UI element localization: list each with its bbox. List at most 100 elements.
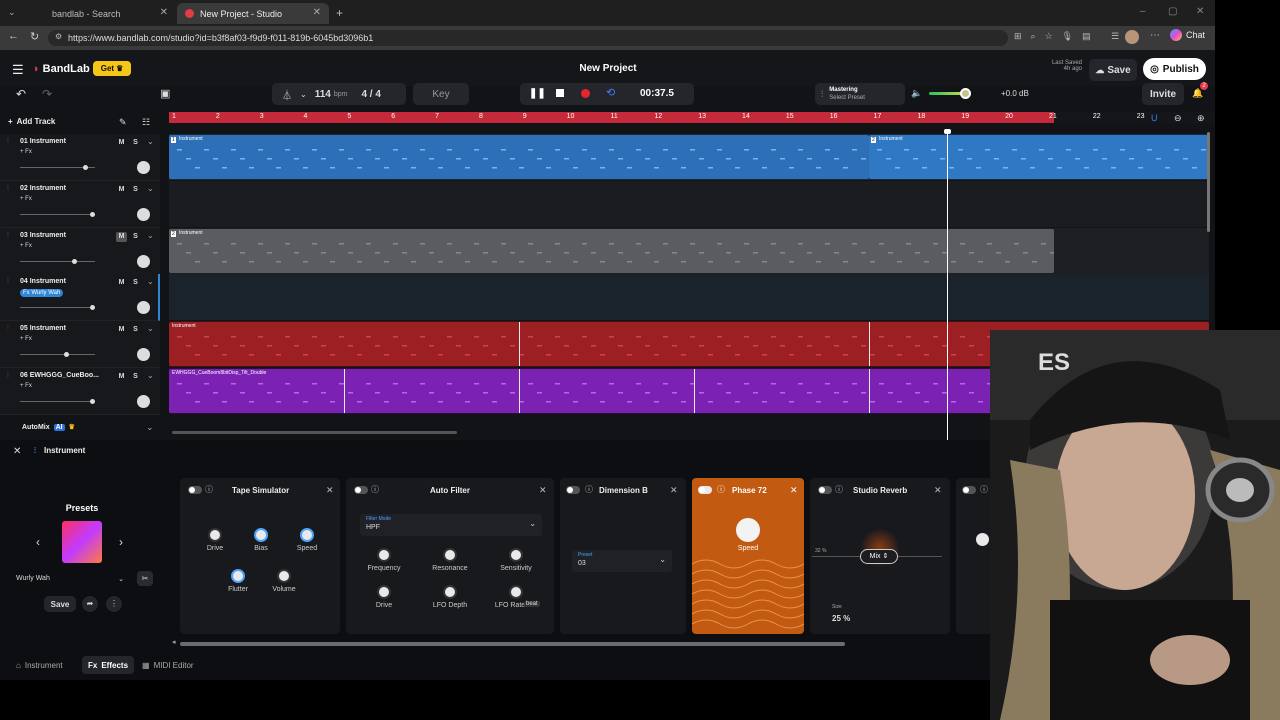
browser-tab-search[interactable]: bandlab - Search ✕ bbox=[28, 3, 176, 24]
dimension-preset-select[interactable]: Preset 03 ⌄ bbox=[572, 550, 672, 572]
preset-more-icon[interactable]: ⋮ bbox=[106, 596, 122, 612]
track-header[interactable]: ⫶ 05 Instrument + Fx M S ⌄ bbox=[0, 321, 160, 369]
track-expand-icon[interactable]: ⌄ bbox=[147, 137, 154, 146]
bandlab-logo[interactable]: ◗ BandLab bbox=[33, 63, 90, 75]
metronome-options-icon[interactable]: ⌄ bbox=[300, 90, 307, 99]
mute-button[interactable]: M bbox=[116, 278, 127, 288]
add-track-button[interactable]: + Add Track bbox=[8, 117, 55, 126]
info-icon[interactable]: ⓘ bbox=[371, 484, 379, 495]
next-effect-knob[interactable] bbox=[976, 533, 989, 546]
profile-avatar[interactable] bbox=[1125, 30, 1139, 44]
metronome-icon[interactable]: ⏃ bbox=[282, 87, 292, 102]
track-instrument-icon[interactable]: ⫶ bbox=[7, 185, 9, 193]
loop-icon[interactable]: ⟲ bbox=[606, 86, 615, 99]
resonance-knob[interactable] bbox=[443, 548, 457, 562]
record-icon[interactable] bbox=[581, 89, 590, 98]
remove-effect-icon[interactable]: ✕ bbox=[326, 485, 334, 496]
track-expand-icon[interactable]: ⌄ bbox=[147, 277, 154, 286]
master-volume-knob[interactable] bbox=[960, 88, 971, 99]
studio-reverb-toggle[interactable] bbox=[818, 486, 832, 494]
mute-button[interactable]: M bbox=[116, 231, 127, 242]
browser-tab-studio[interactable]: New Project - Studio ✕ bbox=[177, 3, 329, 24]
speed-knob[interactable] bbox=[300, 528, 314, 542]
remove-effect-icon[interactable]: ✕ bbox=[790, 485, 798, 496]
track-name[interactable]: 03 Instrument bbox=[20, 232, 100, 239]
drive-knob[interactable] bbox=[208, 528, 222, 542]
mute-button[interactable]: M bbox=[116, 372, 127, 382]
zoom-out-icon[interactable]: ⊖ bbox=[1174, 113, 1182, 124]
scroll-left-icon[interactable]: ◂ bbox=[172, 638, 176, 646]
invite-button[interactable]: Invite bbox=[1142, 83, 1184, 105]
undo-icon[interactable]: ↶ bbox=[16, 87, 26, 101]
remove-effect-icon[interactable]: ✕ bbox=[934, 485, 942, 496]
time-signature[interactable]: 4 / 4 bbox=[361, 89, 380, 100]
sensitivity-knob[interactable] bbox=[509, 548, 523, 562]
bpm-value[interactable]: 114 bbox=[315, 89, 331, 100]
save-button[interactable]: ☁ Save bbox=[1089, 59, 1137, 81]
pause-icon[interactable]: ❚❚ bbox=[529, 88, 546, 99]
automix-row[interactable]: AutoMix AI ♛ bbox=[22, 423, 75, 431]
get-membership-button[interactable]: Get ♛ bbox=[93, 61, 131, 76]
track-pan-knob[interactable] bbox=[137, 207, 150, 221]
lfo-depth-knob[interactable] bbox=[443, 585, 457, 599]
track-settings-icon[interactable]: ☷ bbox=[142, 117, 150, 128]
track-fx-button[interactable]: + Fx bbox=[20, 196, 32, 202]
track-expand-icon[interactable]: ⌄ bbox=[147, 184, 154, 193]
info-icon[interactable]: ⓘ bbox=[585, 484, 593, 495]
solo-button[interactable]: S bbox=[130, 372, 141, 382]
close-panel-icon[interactable]: ✕ bbox=[13, 446, 21, 457]
minimize-icon[interactable]: – bbox=[1140, 6, 1146, 17]
mute-button[interactable]: M bbox=[116, 185, 127, 195]
zoom-in-icon[interactable]: ⊕ bbox=[1197, 113, 1205, 124]
volume-knob[interactable] bbox=[277, 569, 291, 583]
mixer-panel-icon[interactable]: ▣ bbox=[160, 87, 170, 100]
automix-expand-icon[interactable]: ⌄ bbox=[146, 422, 154, 433]
track-pan-knob[interactable] bbox=[137, 161, 150, 174]
save-preset-button[interactable]: Save bbox=[44, 596, 76, 612]
playhead[interactable] bbox=[947, 130, 948, 440]
track-lane[interactable] bbox=[169, 274, 1209, 321]
track-volume-slider[interactable] bbox=[20, 399, 95, 404]
lfo-rate-knob[interactable] bbox=[509, 585, 523, 599]
info-icon[interactable]: ⓘ bbox=[717, 484, 725, 495]
track-header[interactable]: ⫶ 01 Instrument + Fx M S ⌄ bbox=[0, 134, 160, 181]
audio-clip[interactable]: 2 Instrument bbox=[869, 135, 1209, 179]
info-icon[interactable]: ⓘ bbox=[205, 484, 213, 495]
track-volume-slider[interactable] bbox=[20, 352, 95, 358]
track-expand-icon[interactable]: ⌄ bbox=[147, 324, 154, 333]
track-lane[interactable] bbox=[169, 180, 1209, 227]
close-tab-icon[interactable]: ✕ bbox=[160, 7, 168, 18]
phase-72-toggle[interactable] bbox=[698, 486, 712, 494]
solo-button[interactable]: S bbox=[130, 325, 141, 335]
publish-button[interactable]: ◎ Publish bbox=[1143, 58, 1206, 80]
track-volume-knob[interactable] bbox=[64, 352, 69, 358]
track-lane[interactable]: 1 Instrument 2 Instrument bbox=[169, 134, 1209, 180]
track-expand-icon[interactable]: ⌄ bbox=[147, 371, 154, 380]
more-menu-icon[interactable]: ⋯ bbox=[1150, 30, 1160, 41]
audio-clip[interactable]: 1 Instrument bbox=[169, 135, 869, 179]
track-name[interactable]: 02 Instrument bbox=[20, 185, 100, 192]
track-volume-knob[interactable] bbox=[90, 399, 95, 404]
site-info-icon[interactable]: ⚙ bbox=[55, 32, 62, 41]
tab-list-chevron-icon[interactable]: ⌄ bbox=[8, 7, 16, 18]
next-effect-toggle[interactable] bbox=[962, 486, 976, 494]
dimension-b-toggle[interactable] bbox=[566, 486, 580, 494]
track-volume-knob[interactable] bbox=[90, 305, 95, 311]
effects-scrollbar[interactable] bbox=[180, 642, 845, 646]
track-pan-knob[interactable] bbox=[137, 395, 150, 408]
tape-simulator-toggle[interactable] bbox=[188, 486, 202, 494]
track-volume-slider[interactable] bbox=[20, 211, 95, 217]
mute-button[interactable]: M bbox=[116, 138, 127, 148]
draw-tool-icon[interactable]: ✎ bbox=[119, 117, 127, 128]
track-volume-knob[interactable] bbox=[72, 258, 77, 264]
track-fx-button[interactable]: + Fx bbox=[20, 336, 32, 342]
solo-button[interactable]: S bbox=[130, 185, 141, 195]
beat-sync-badge[interactable]: beat bbox=[524, 601, 540, 607]
track-name[interactable]: 04 Instrument bbox=[20, 278, 100, 285]
filter-drive-knob[interactable] bbox=[377, 585, 391, 599]
share-preset-icon[interactable]: ➦ bbox=[82, 596, 98, 612]
bias-knob[interactable] bbox=[254, 528, 268, 542]
next-preset-icon[interactable]: › bbox=[119, 535, 123, 549]
track-header[interactable]: ⫶ 04 Instrument Fx Wurly Wah M S ⌄ bbox=[0, 274, 160, 322]
track-name[interactable]: 06 EWHGGG_CueBoo... bbox=[20, 372, 100, 379]
